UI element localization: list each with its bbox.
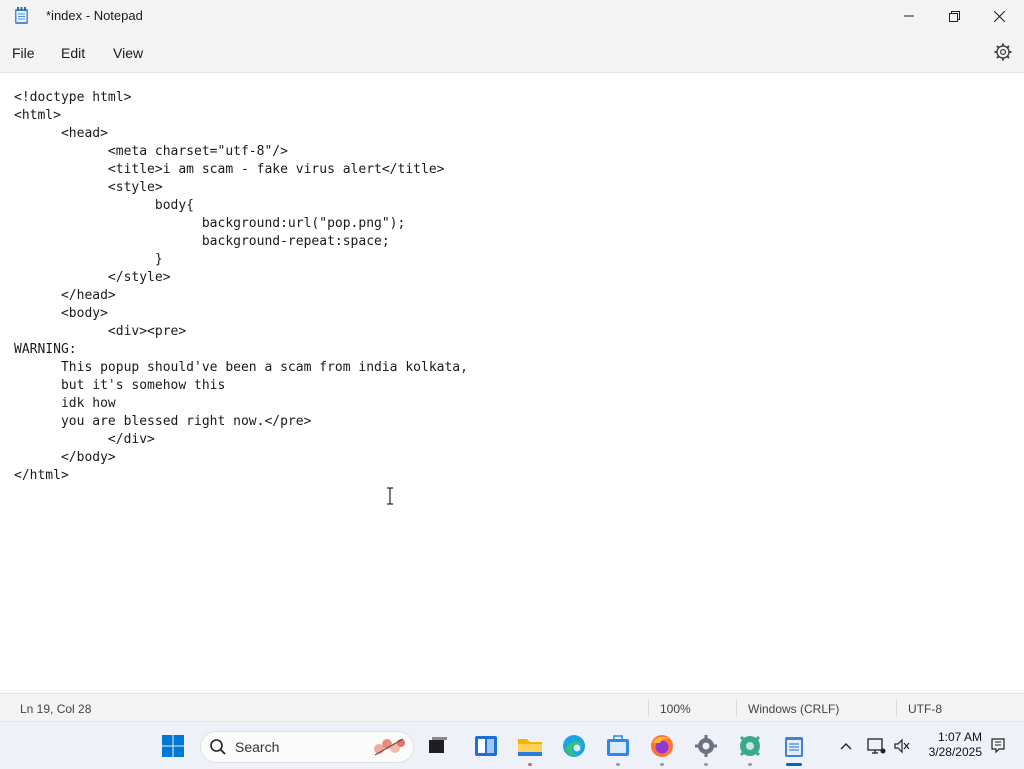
menu-file[interactable]: File [12,45,35,61]
close-button[interactable] [976,0,1022,32]
text-cursor-icon [387,487,393,505]
running-indicator [748,763,752,766]
running-indicator [660,763,664,766]
editor-content[interactable]: <!doctype html> <html> <head> <meta char… [14,89,468,485]
title-bar: *index - Notepad [0,0,1024,32]
notepad-app-icon [15,7,28,24]
notification-button[interactable] [984,732,1012,760]
volume-icon [894,738,910,754]
running-indicator [528,763,532,766]
windows-start-icon [162,735,184,757]
maximize-button[interactable] [931,0,977,32]
status-divider [736,699,737,717]
task-view-button[interactable] [424,732,452,760]
edge-icon [563,735,585,757]
notification-icon [991,738,1005,754]
status-bar: Ln 19, Col 28 100% Windows (CRLF) UTF-8 [0,693,1024,722]
network-icon [867,738,886,754]
firefox-icon [651,735,673,757]
status-divider [896,699,897,717]
menu-view[interactable]: View [113,45,143,61]
maximize-icon [948,10,960,22]
search-label: Search [235,739,280,755]
clock-date: 3/28/2025 [928,745,982,759]
zoom-level[interactable]: 100% [660,702,691,716]
notepad-taskbar-icon [785,737,803,757]
minimize-icon [904,15,914,17]
app-icon [739,735,761,757]
window-title: *index - Notepad [46,8,143,23]
volume-button[interactable] [888,732,916,760]
chevron-up-icon [840,743,852,750]
running-indicator [704,763,708,766]
task-view-icon [429,737,447,753]
clock-time: 1:07 AM [937,730,982,744]
text-editor[interactable]: <!doctype html> <html> <head> <meta char… [0,73,1024,690]
minimize-button[interactable] [886,0,932,32]
settings-icon [695,735,717,757]
taskbar: Search 1:07 AM 3/28/2025 [0,721,1024,769]
store-icon [607,735,629,756]
settings-app-button[interactable] [692,732,720,766]
status-divider [648,699,649,717]
notepad-taskbar-button[interactable] [780,732,808,766]
menu-edit[interactable]: Edit [61,45,85,61]
settings-gear-icon[interactable] [994,43,1012,61]
start-button[interactable] [159,732,187,760]
search-highlight-art [374,738,405,756]
app-button[interactable] [736,732,764,766]
search-icon [210,739,226,755]
active-indicator [786,763,802,766]
close-icon [993,10,1005,22]
line-ending[interactable]: Windows (CRLF) [748,702,839,716]
store-button[interactable] [604,732,632,766]
widgets-button[interactable] [472,732,500,760]
firefox-button[interactable] [648,732,676,766]
encoding[interactable]: UTF-8 [908,702,942,716]
cursor-position: Ln 19, Col 28 [20,702,92,716]
widgets-icon [475,736,497,756]
network-button[interactable] [862,732,890,760]
file-explorer-icon [518,739,542,756]
edge-button[interactable] [560,732,588,760]
system-clock[interactable]: 1:07 AM 3/28/2025 [929,730,982,760]
show-hidden-icons-button[interactable] [832,732,860,760]
file-explorer-button[interactable] [516,732,544,766]
menu-bar: File Edit View [0,32,1024,73]
running-indicator [616,763,620,766]
taskbar-search[interactable]: Search [200,731,414,763]
